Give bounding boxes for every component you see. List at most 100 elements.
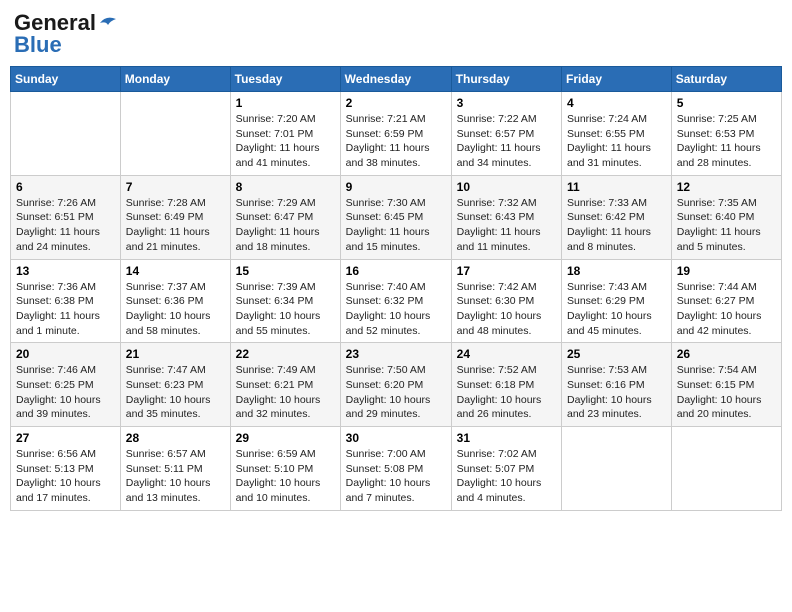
- day-number: 2: [346, 96, 446, 110]
- day-number: 17: [457, 264, 556, 278]
- calendar-cell: 30 Sunrise: 7:00 AM Sunset: 5:08 PM Dayli…: [340, 427, 451, 511]
- day-number: 9: [346, 180, 446, 194]
- weekday-wednesday: Wednesday: [340, 67, 451, 92]
- calendar-cell: 6 Sunrise: 7:26 AM Sunset: 6:51 PM Daylig…: [11, 175, 121, 259]
- day-info: Sunrise: 7:42 AM Sunset: 6:30 PM Dayligh…: [457, 280, 556, 339]
- calendar-week-5: 27 Sunrise: 6:56 AM Sunset: 5:13 PM Dayli…: [11, 427, 782, 511]
- day-number: 4: [567, 96, 666, 110]
- calendar-cell: 11 Sunrise: 7:33 AM Sunset: 6:42 PM Dayli…: [562, 175, 672, 259]
- day-number: 11: [567, 180, 666, 194]
- day-info: Sunrise: 7:47 AM Sunset: 6:23 PM Dayligh…: [126, 363, 225, 422]
- day-number: 26: [677, 347, 776, 361]
- calendar-cell: 4 Sunrise: 7:24 AM Sunset: 6:55 PM Daylig…: [562, 92, 672, 176]
- calendar-cell: 7 Sunrise: 7:28 AM Sunset: 6:49 PM Daylig…: [120, 175, 230, 259]
- day-info: Sunrise: 7:20 AM Sunset: 7:01 PM Dayligh…: [236, 112, 335, 171]
- day-number: 25: [567, 347, 666, 361]
- day-number: 24: [457, 347, 556, 361]
- calendar-cell: 24 Sunrise: 7:52 AM Sunset: 6:18 PM Dayli…: [451, 343, 561, 427]
- calendar-week-3: 13 Sunrise: 7:36 AM Sunset: 6:38 PM Dayli…: [11, 259, 782, 343]
- day-number: 29: [236, 431, 335, 445]
- weekday-header-row: SundayMondayTuesdayWednesdayThursdayFrid…: [11, 67, 782, 92]
- weekday-friday: Friday: [562, 67, 672, 92]
- day-info: Sunrise: 7:00 AM Sunset: 5:08 PM Dayligh…: [346, 447, 446, 506]
- day-number: 23: [346, 347, 446, 361]
- day-info: Sunrise: 7:54 AM Sunset: 6:15 PM Dayligh…: [677, 363, 776, 422]
- calendar-cell: 19 Sunrise: 7:44 AM Sunset: 6:27 PM Dayli…: [671, 259, 781, 343]
- day-number: 7: [126, 180, 225, 194]
- calendar-cell: 29 Sunrise: 6:59 AM Sunset: 5:10 PM Dayli…: [230, 427, 340, 511]
- day-info: Sunrise: 7:33 AM Sunset: 6:42 PM Dayligh…: [567, 196, 666, 255]
- calendar-cell: 25 Sunrise: 7:53 AM Sunset: 6:16 PM Dayli…: [562, 343, 672, 427]
- logo-blue: Blue: [14, 32, 62, 58]
- day-number: 3: [457, 96, 556, 110]
- weekday-thursday: Thursday: [451, 67, 561, 92]
- calendar-week-4: 20 Sunrise: 7:46 AM Sunset: 6:25 PM Dayli…: [11, 343, 782, 427]
- day-info: Sunrise: 7:26 AM Sunset: 6:51 PM Dayligh…: [16, 196, 115, 255]
- calendar-cell: [671, 427, 781, 511]
- day-info: Sunrise: 7:35 AM Sunset: 6:40 PM Dayligh…: [677, 196, 776, 255]
- calendar-week-2: 6 Sunrise: 7:26 AM Sunset: 6:51 PM Daylig…: [11, 175, 782, 259]
- day-number: 20: [16, 347, 115, 361]
- calendar-cell: [11, 92, 121, 176]
- day-info: Sunrise: 6:56 AM Sunset: 5:13 PM Dayligh…: [16, 447, 115, 506]
- calendar-cell: 22 Sunrise: 7:49 AM Sunset: 6:21 PM Dayli…: [230, 343, 340, 427]
- day-number: 19: [677, 264, 776, 278]
- day-number: 13: [16, 264, 115, 278]
- day-number: 6: [16, 180, 115, 194]
- day-info: Sunrise: 7:49 AM Sunset: 6:21 PM Dayligh…: [236, 363, 335, 422]
- day-number: 31: [457, 431, 556, 445]
- day-info: Sunrise: 7:40 AM Sunset: 6:32 PM Dayligh…: [346, 280, 446, 339]
- calendar-cell: 8Sunrise: 7:29 AM Sunset: 6:47 PM Daylig…: [230, 175, 340, 259]
- day-info: Sunrise: 7:29 AM Sunset: 6:47 PM Dayligh…: [236, 196, 335, 255]
- calendar-cell: 3Sunrise: 7:22 AM Sunset: 6:57 PM Daylig…: [451, 92, 561, 176]
- day-info: Sunrise: 7:50 AM Sunset: 6:20 PM Dayligh…: [346, 363, 446, 422]
- day-info: Sunrise: 7:02 AM Sunset: 5:07 PM Dayligh…: [457, 447, 556, 506]
- day-info: Sunrise: 6:57 AM Sunset: 5:11 PM Dayligh…: [126, 447, 225, 506]
- calendar-cell: 28Sunrise: 6:57 AM Sunset: 5:11 PM Dayli…: [120, 427, 230, 511]
- calendar-cell: 20 Sunrise: 7:46 AM Sunset: 6:25 PM Dayli…: [11, 343, 121, 427]
- page-header: General Blue: [10, 10, 782, 58]
- calendar-cell: 18 Sunrise: 7:43 AM Sunset: 6:29 PM Dayli…: [562, 259, 672, 343]
- day-info: Sunrise: 7:53 AM Sunset: 6:16 PM Dayligh…: [567, 363, 666, 422]
- logo: General Blue: [14, 10, 118, 58]
- calendar-cell: 13 Sunrise: 7:36 AM Sunset: 6:38 PM Dayli…: [11, 259, 121, 343]
- calendar-table: SundayMondayTuesdayWednesdayThursdayFrid…: [10, 66, 782, 511]
- calendar-cell: [120, 92, 230, 176]
- day-number: 12: [677, 180, 776, 194]
- day-info: Sunrise: 7:28 AM Sunset: 6:49 PM Dayligh…: [126, 196, 225, 255]
- calendar-cell: 26 Sunrise: 7:54 AM Sunset: 6:15 PM Dayli…: [671, 343, 781, 427]
- weekday-tuesday: Tuesday: [230, 67, 340, 92]
- calendar-cell: 27 Sunrise: 6:56 AM Sunset: 5:13 PM Dayli…: [11, 427, 121, 511]
- day-number: 16: [346, 264, 446, 278]
- day-info: Sunrise: 7:25 AM Sunset: 6:53 PM Dayligh…: [677, 112, 776, 171]
- day-number: 27: [16, 431, 115, 445]
- day-info: Sunrise: 7:39 AM Sunset: 6:34 PM Dayligh…: [236, 280, 335, 339]
- calendar-cell: [562, 427, 672, 511]
- calendar-cell: 16 Sunrise: 7:40 AM Sunset: 6:32 PM Dayli…: [340, 259, 451, 343]
- day-number: 15: [236, 264, 335, 278]
- calendar-cell: 1Sunrise: 7:20 AM Sunset: 7:01 PM Daylig…: [230, 92, 340, 176]
- day-info: Sunrise: 7:52 AM Sunset: 6:18 PM Dayligh…: [457, 363, 556, 422]
- calendar-cell: 12 Sunrise: 7:35 AM Sunset: 6:40 PM Dayli…: [671, 175, 781, 259]
- calendar-cell: 15 Sunrise: 7:39 AM Sunset: 6:34 PM Dayli…: [230, 259, 340, 343]
- day-info: Sunrise: 7:24 AM Sunset: 6:55 PM Dayligh…: [567, 112, 666, 171]
- day-number: 22: [236, 347, 335, 361]
- day-info: Sunrise: 7:43 AM Sunset: 6:29 PM Dayligh…: [567, 280, 666, 339]
- calendar-cell: 10Sunrise: 7:32 AM Sunset: 6:43 PM Dayli…: [451, 175, 561, 259]
- day-info: Sunrise: 7:30 AM Sunset: 6:45 PM Dayligh…: [346, 196, 446, 255]
- day-number: 18: [567, 264, 666, 278]
- calendar-cell: 31 Sunrise: 7:02 AM Sunset: 5:07 PM Dayli…: [451, 427, 561, 511]
- calendar-week-1: 1Sunrise: 7:20 AM Sunset: 7:01 PM Daylig…: [11, 92, 782, 176]
- calendar-cell: 2Sunrise: 7:21 AM Sunset: 6:59 PM Daylig…: [340, 92, 451, 176]
- day-info: Sunrise: 7:44 AM Sunset: 6:27 PM Dayligh…: [677, 280, 776, 339]
- day-number: 30: [346, 431, 446, 445]
- calendar-cell: 5Sunrise: 7:25 AM Sunset: 6:53 PM Daylig…: [671, 92, 781, 176]
- day-info: Sunrise: 7:36 AM Sunset: 6:38 PM Dayligh…: [16, 280, 115, 339]
- day-info: Sunrise: 7:46 AM Sunset: 6:25 PM Dayligh…: [16, 363, 115, 422]
- day-info: Sunrise: 6:59 AM Sunset: 5:10 PM Dayligh…: [236, 447, 335, 506]
- calendar-cell: 17 Sunrise: 7:42 AM Sunset: 6:30 PM Dayli…: [451, 259, 561, 343]
- weekday-sunday: Sunday: [11, 67, 121, 92]
- logo-bird-icon: [98, 15, 118, 31]
- day-number: 10: [457, 180, 556, 194]
- day-number: 21: [126, 347, 225, 361]
